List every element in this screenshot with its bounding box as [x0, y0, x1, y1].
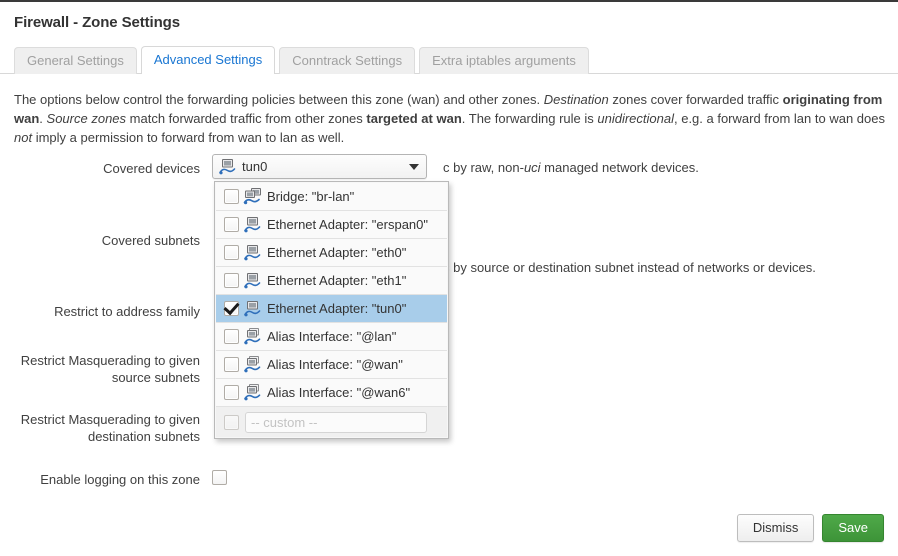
ethernet-device-icon [243, 216, 262, 233]
covered-devices-combobox[interactable]: tun0 [212, 154, 427, 179]
option-label: Alias Interface: "@wan6" [267, 385, 410, 400]
alias-interface-icon [243, 356, 262, 373]
dropdown-option-br-lan[interactable]: Bridge: "br-lan" [216, 183, 447, 211]
dropdown-option-custom[interactable] [216, 407, 447, 437]
page-title: Firewall - Zone Settings [14, 14, 180, 31]
option-label: Ethernet Adapter: "eth0" [267, 245, 406, 260]
tab-conntrack-settings[interactable]: Conntrack Settings [279, 47, 415, 74]
intro-text-7: imply a permission to forward from wan t… [32, 130, 344, 145]
dropdown-option-alias-wan6[interactable]: Alias Interface: "@wan6" [216, 379, 447, 407]
ethernet-device-icon [218, 158, 237, 175]
label-covered-devices: Covered devices [0, 160, 200, 177]
intro-em-not: not [14, 130, 32, 145]
dropdown-option-erspan0[interactable]: Ethernet Adapter: "erspan0" [216, 211, 447, 239]
intro-em-source-zones: Source zones [47, 111, 127, 126]
option-label: Alias Interface: "@lan" [267, 329, 396, 344]
dropdown-option-alias-lan[interactable]: Alias Interface: "@lan" [216, 323, 447, 351]
ethernet-device-icon [243, 244, 262, 261]
label-enable-logging: Enable logging on this zone [0, 471, 200, 488]
chevron-down-icon[interactable] [409, 164, 419, 170]
option-checkbox[interactable] [224, 245, 239, 260]
custom-device-input[interactable] [245, 412, 427, 433]
bridge-device-icon [243, 188, 262, 205]
intro-em-destination: Destination [544, 92, 609, 107]
option-checkbox[interactable] [224, 273, 239, 288]
dialog-footer: Dismiss Save [737, 514, 884, 542]
dismiss-button[interactable]: Dismiss [737, 514, 815, 542]
option-label: Ethernet Adapter: "eth1" [267, 273, 406, 288]
option-checkbox[interactable] [224, 217, 239, 232]
dropdown-option-eth0[interactable]: Ethernet Adapter: "eth0" [216, 239, 447, 267]
option-checkbox[interactable] [224, 189, 239, 204]
hint-covered-devices-em: uci [524, 160, 541, 175]
option-label: Ethernet Adapter: "tun0" [267, 301, 406, 316]
dropdown-option-alias-wan[interactable]: Alias Interface: "@wan" [216, 351, 447, 379]
intro-strong-targeted: targeted at wan [366, 111, 461, 126]
tab-advanced-settings[interactable]: Advanced Settings [141, 46, 275, 74]
label-masq-source: Restrict Masquerading to given source su… [0, 352, 200, 386]
hint-covered-devices-tail: managed network devices. [541, 160, 699, 175]
hint-covered-devices: c by raw, non-uci managed network device… [443, 160, 699, 175]
hint-covered-subnets: c by source or destination subnet instea… [443, 260, 816, 275]
option-label: Bridge: "br-lan" [267, 189, 354, 204]
hint-covered-devices-text: c by raw, non- [443, 160, 524, 175]
dropdown-option-tun0[interactable]: Ethernet Adapter: "tun0" [216, 295, 447, 323]
option-checkbox[interactable] [224, 415, 239, 430]
intro-text-6: , e.g. a forward from lan to wan does [674, 111, 885, 126]
intro-text-3: . [39, 111, 46, 126]
intro-text-2: zones cover forwarded traffic [609, 92, 783, 107]
intro-text-1: The options below control the forwarding… [14, 92, 544, 107]
label-address-family: Restrict to address family [0, 303, 200, 320]
intro-text-5: . The forwarding rule is [462, 111, 598, 126]
alias-interface-icon [243, 328, 262, 345]
covered-devices-dropdown[interactable]: Bridge: "br-lan" Ethernet Adapter: "ersp… [214, 181, 449, 439]
intro-em-unidirectional: unidirectional [597, 111, 674, 126]
ethernet-device-icon [243, 300, 262, 317]
option-checkbox[interactable] [224, 301, 239, 316]
save-button[interactable]: Save [822, 514, 884, 542]
label-masq-destination: Restrict Masquerading to given destinati… [0, 411, 200, 445]
option-label: Ethernet Adapter: "erspan0" [267, 217, 428, 232]
option-checkbox[interactable] [224, 357, 239, 372]
tab-general-settings[interactable]: General Settings [14, 47, 137, 74]
dropdown-option-eth1[interactable]: Ethernet Adapter: "eth1" [216, 267, 447, 295]
option-checkbox[interactable] [224, 385, 239, 400]
zone-description: The options below control the forwarding… [14, 90, 886, 147]
option-checkbox[interactable] [224, 329, 239, 344]
zone-settings-dialog: Firewall - Zone Settings General Setting… [0, 0, 898, 556]
intro-text-4: match forwarded traffic from other zones [126, 111, 366, 126]
alias-interface-icon [243, 384, 262, 401]
tab-extra-iptables-arguments[interactable]: Extra iptables arguments [419, 47, 589, 74]
covered-devices-value: tun0 [242, 159, 409, 174]
label-covered-subnets: Covered subnets [0, 232, 200, 249]
enable-logging-checkbox[interactable] [212, 470, 227, 485]
option-label: Alias Interface: "@wan" [267, 357, 403, 372]
ethernet-device-icon [243, 272, 262, 289]
tab-bar: General SettingsAdvanced SettingsConntra… [0, 46, 898, 74]
